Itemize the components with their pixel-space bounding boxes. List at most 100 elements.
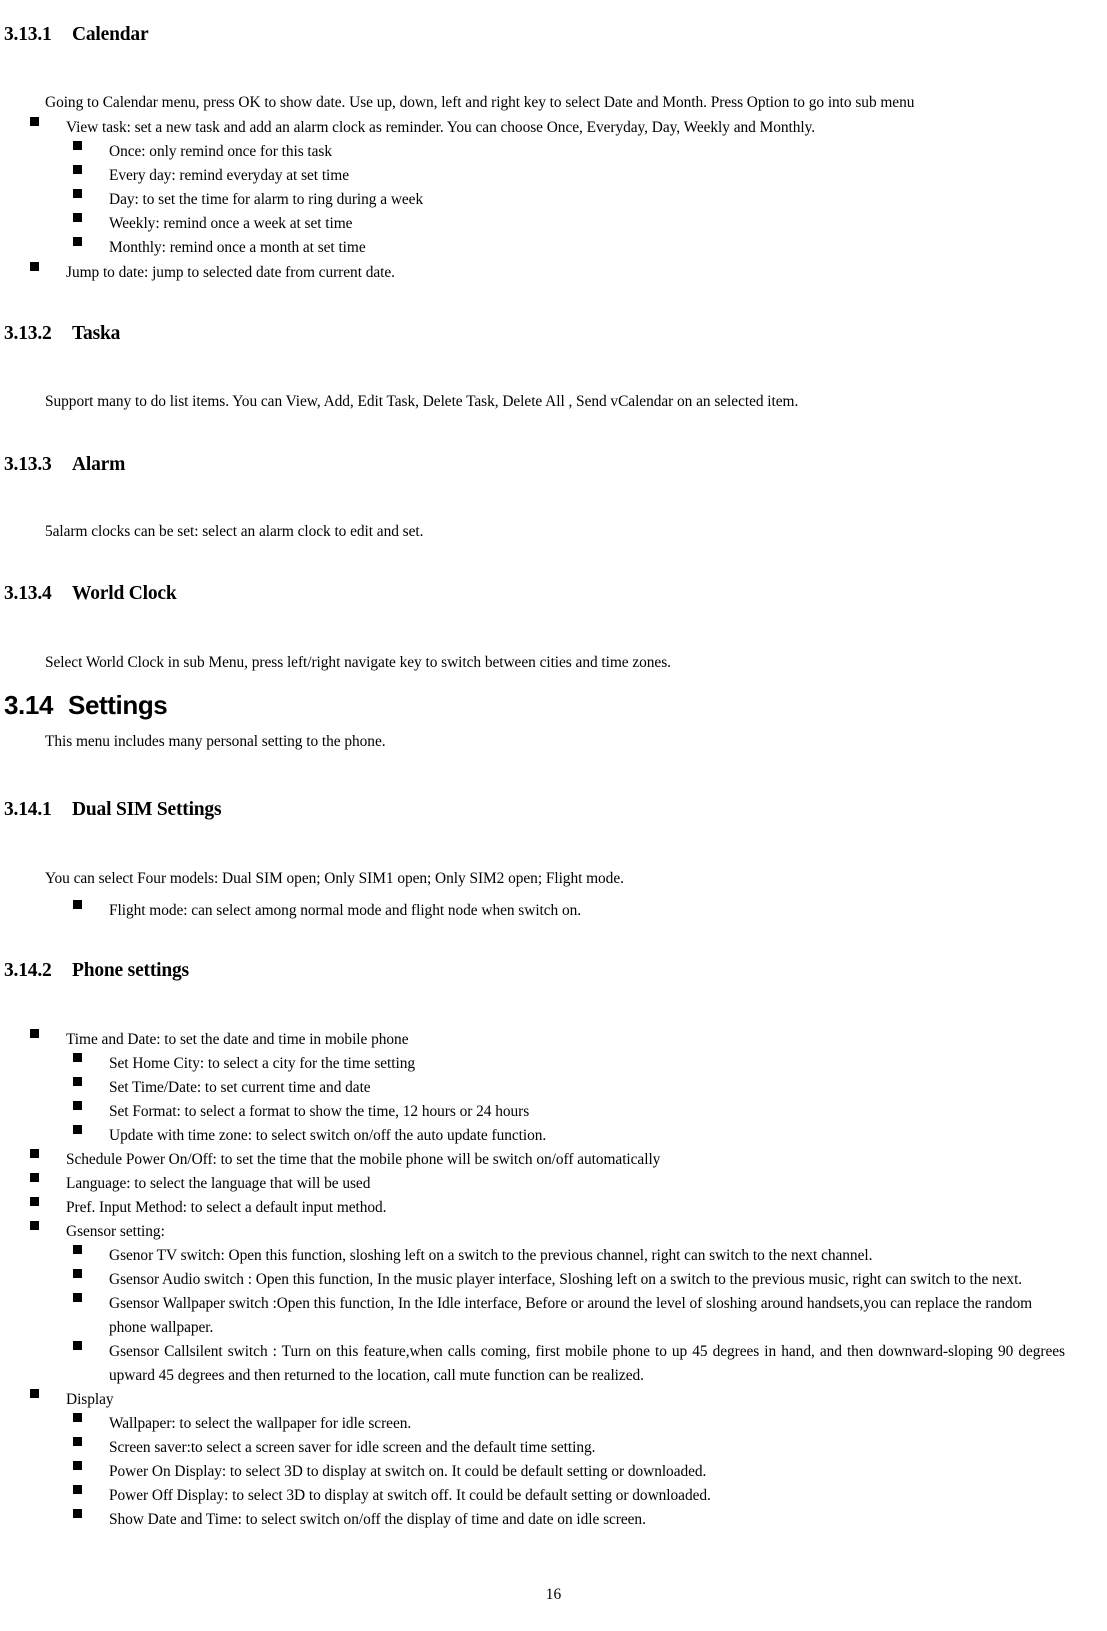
heading-settings-number: 3.14 <box>4 690 54 720</box>
list-item: Flight mode: can select among normal mod… <box>73 899 1065 923</box>
settings-intro: This menu includes many personal setting… <box>45 733 386 750</box>
list-item: View task: set a new task and add an ala… <box>30 116 1065 140</box>
list-item: Monthly: remind once a month at set time <box>73 236 1065 260</box>
list-item-label: View task: set a new task and add an ala… <box>66 119 816 136</box>
square-bullet-icon <box>30 1197 39 1206</box>
list-item: Language: to select the language that wi… <box>30 1172 1065 1196</box>
square-bullet-icon <box>73 900 82 909</box>
list-item-label: Gsenor TV switch: Open this function, sl… <box>109 1247 873 1264</box>
list-item: Power Off Display: to select 3D to displ… <box>73 1484 1065 1508</box>
square-bullet-icon <box>30 262 39 271</box>
square-bullet-icon <box>73 1437 82 1446</box>
alarm-intro: 5alarm clocks can be set: select an alar… <box>45 523 424 540</box>
list-item-label: Once: only remind once for this task <box>109 143 333 160</box>
square-bullet-icon <box>73 141 82 150</box>
heading-phone-settings: 3.14.2 Phone settings <box>4 960 189 982</box>
list-item: Once: only remind once for this task <box>73 140 1065 164</box>
heading-world-clock-number: 3.13.4 <box>4 583 52 604</box>
list-item: Set Time/Date: to set current time and d… <box>73 1076 1065 1100</box>
heading-dual-sim-settings: 3.14.1 Dual SIM Settings <box>4 799 222 821</box>
manual-page: 3.13.1 Calendar Going to Calendar menu, p… <box>0 0 1107 1631</box>
list-item: Update with time zone: to select switch … <box>73 1124 1065 1148</box>
square-bullet-icon <box>30 1221 39 1230</box>
square-bullet-icon <box>73 1509 82 1518</box>
list-item-label: Every day: remind everyday at set time <box>109 167 349 184</box>
list-item-label: Language: to select the language that wi… <box>66 1175 371 1192</box>
list-item-label: Set Format: to select a format to show t… <box>109 1103 530 1120</box>
heading-settings: 3.14 Settings <box>4 690 168 721</box>
heading-settings-title: Settings <box>68 690 168 720</box>
world-clock-intro: Select World Clock in sub Menu, press le… <box>45 654 671 671</box>
square-bullet-icon <box>73 1485 82 1494</box>
square-bullet-icon <box>73 1341 82 1350</box>
list-item-label: Show Date and Time: to select switch on/… <box>109 1511 646 1528</box>
list-item-label: Monthly: remind once a month at set time <box>109 239 366 256</box>
heading-alarm-number: 3.13.3 <box>4 454 52 475</box>
square-bullet-icon <box>73 1077 82 1086</box>
list-item-label: Pref. Input Method: to select a default … <box>66 1199 387 1216</box>
heading-taska-number: 3.13.2 <box>4 323 52 344</box>
square-bullet-icon <box>73 213 82 222</box>
heading-calendar: 3.13.1 Calendar <box>4 24 149 46</box>
list-item-label: Set Time/Date: to set current time and d… <box>109 1079 371 1096</box>
square-bullet-icon <box>73 189 82 198</box>
heading-world-clock-title: World Clock <box>72 583 177 604</box>
list-item-label: Power On Display: to select 3D to displa… <box>109 1463 707 1480</box>
list-item-label: Update with time zone: to select switch … <box>109 1127 547 1144</box>
heading-taska: 3.13.2 Taska <box>4 323 120 345</box>
list-item: Screen saver:to select a screen saver fo… <box>73 1436 1065 1460</box>
list-item-label: Weekly: remind once a week at set time <box>109 215 353 232</box>
list-item-label: Gsensor Wallpaper switch :Open this func… <box>109 1295 1033 1336</box>
list-item: Set Format: to select a format to show t… <box>73 1100 1065 1124</box>
heading-phone-settings-title: Phone settings <box>72 960 189 981</box>
square-bullet-icon <box>30 1029 39 1038</box>
heading-calendar-title: Calendar <box>72 24 149 45</box>
square-bullet-icon <box>73 1269 82 1278</box>
square-bullet-icon <box>73 165 82 174</box>
list-item: Day: to set the time for alarm to ring d… <box>73 188 1065 212</box>
list-item: Pref. Input Method: to select a default … <box>30 1196 1065 1220</box>
list-item: Time and Date: to set the date and time … <box>30 1028 1065 1052</box>
list-item: Jump to date: jump to selected date from… <box>30 261 1065 285</box>
list-item: Display <box>30 1388 1065 1412</box>
list-item-label: Day: to set the time for alarm to ring d… <box>109 191 424 208</box>
list-item-label: Set Home City: to select a city for the … <box>109 1055 416 1072</box>
dual-sim-intro: You can select Four models: Dual SIM ope… <box>45 870 624 887</box>
square-bullet-icon <box>73 1053 82 1062</box>
square-bullet-icon <box>30 117 39 126</box>
square-bullet-icon <box>73 237 82 246</box>
list-item-label: Gsensor Audio switch : Open this functio… <box>109 1271 1023 1288</box>
list-item-label: Schedule Power On/Off: to set the time t… <box>66 1151 661 1168</box>
square-bullet-icon <box>73 1245 82 1254</box>
square-bullet-icon <box>73 1413 82 1422</box>
list-item: Gsensor setting: <box>30 1220 1065 1244</box>
list-item: Weekly: remind once a week at set time <box>73 212 1065 236</box>
list-item-label: Wallpaper: to select the wallpaper for i… <box>109 1415 412 1432</box>
square-bullet-icon <box>30 1389 39 1398</box>
square-bullet-icon <box>73 1125 82 1134</box>
square-bullet-icon <box>30 1149 39 1158</box>
page-number: 16 <box>545 1586 562 1603</box>
list-item-label: Time and Date: to set the date and time … <box>66 1031 409 1048</box>
list-item-label: Screen saver:to select a screen saver fo… <box>109 1439 596 1456</box>
list-item: Gsensor Wallpaper switch :Open this func… <box>73 1292 1065 1340</box>
list-item: Power On Display: to select 3D to displa… <box>73 1460 1065 1484</box>
list-item: Set Home City: to select a city for the … <box>73 1052 1065 1076</box>
square-bullet-icon <box>73 1101 82 1110</box>
heading-dual-sim-number: 3.14.1 <box>4 799 52 820</box>
list-item-label: Gsensor setting: <box>66 1223 165 1240</box>
square-bullet-icon <box>73 1293 82 1302</box>
square-bullet-icon <box>30 1173 39 1182</box>
list-item: Schedule Power On/Off: to set the time t… <box>30 1148 1065 1172</box>
list-item: Wallpaper: to select the wallpaper for i… <box>73 1412 1065 1436</box>
list-item-label: Gsensor Callsilent switch : Turn on this… <box>109 1343 1065 1384</box>
heading-alarm: 3.13.3 Alarm <box>4 454 125 476</box>
list-item-label: Jump to date: jump to selected date from… <box>66 264 395 281</box>
list-item-label: Power Off Display: to select 3D to displ… <box>109 1487 711 1504</box>
heading-world-clock: 3.13.4 World Clock <box>4 583 177 605</box>
list-item: Gsensor Audio switch : Open this functio… <box>73 1268 1065 1292</box>
heading-phone-settings-number: 3.14.2 <box>4 960 52 981</box>
list-item: Gsensor Callsilent switch : Turn on this… <box>73 1340 1065 1388</box>
heading-alarm-title: Alarm <box>72 454 126 475</box>
heading-dual-sim-title: Dual SIM Settings <box>72 799 222 820</box>
